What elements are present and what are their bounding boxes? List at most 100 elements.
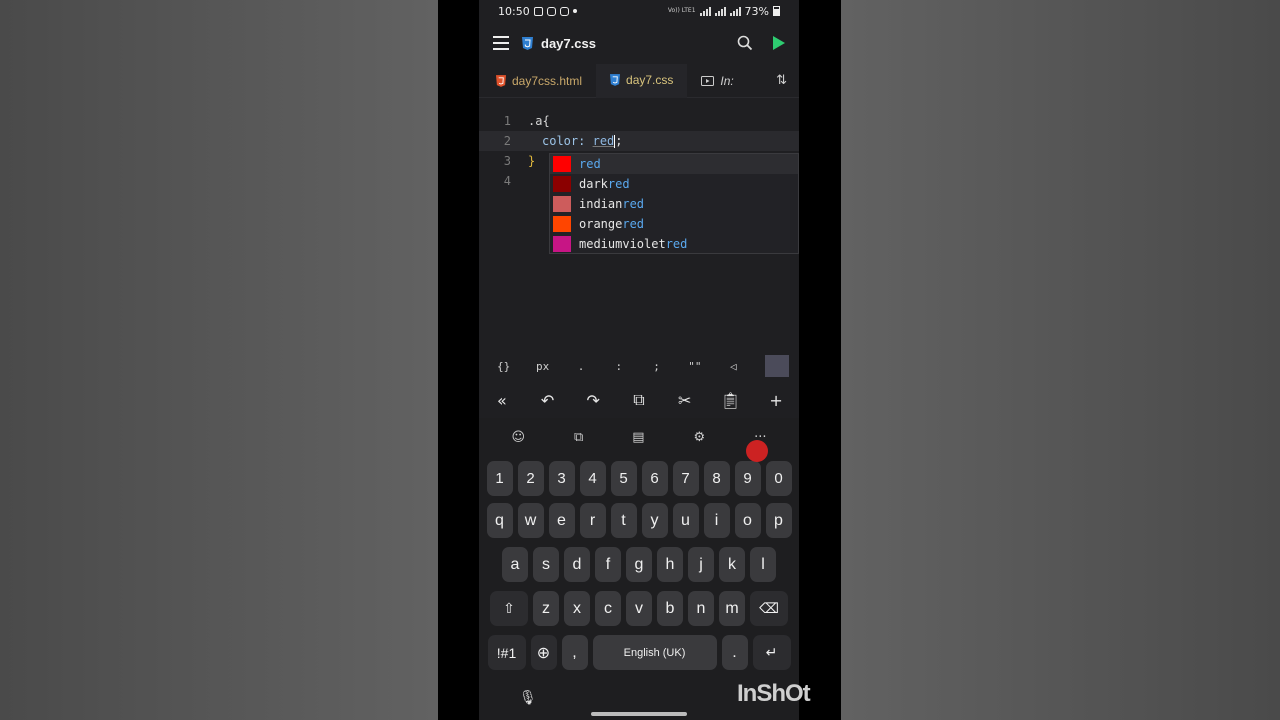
- letter-key[interactable]: b: [657, 591, 683, 626]
- letter-key[interactable]: k: [719, 547, 745, 582]
- clipboard-icon[interactable]: ▤: [632, 430, 644, 445]
- code-text: .a{: [528, 114, 550, 128]
- symbols-key[interactable]: !#1: [487, 635, 526, 670]
- autocomplete-item[interactable]: red: [550, 154, 798, 174]
- letter-key[interactable]: y: [641, 503, 668, 538]
- letter-key[interactable]: j: [688, 547, 714, 582]
- suggestion-prefix: orange: [579, 217, 623, 231]
- number-row: 1234567890: [479, 461, 799, 496]
- letter-key[interactable]: q: [486, 503, 513, 538]
- letter-key[interactable]: f: [595, 547, 621, 582]
- backspace-key[interactable]: ⌫: [750, 591, 788, 626]
- add-icon[interactable]: +: [764, 391, 788, 410]
- tab-html-file[interactable]: day7css.html: [479, 64, 596, 98]
- letter-key[interactable]: s: [533, 547, 559, 582]
- letter-key[interactable]: c: [595, 591, 621, 626]
- signal-icon: [714, 6, 726, 16]
- inshot-watermark: InShOt: [737, 680, 811, 707]
- menu-icon[interactable]: [493, 36, 509, 50]
- autocomplete-item[interactable]: indian red: [550, 194, 798, 214]
- symbol-key[interactable]: :: [613, 360, 625, 373]
- number-key[interactable]: 2: [517, 461, 544, 496]
- letter-key[interactable]: m: [719, 591, 745, 626]
- letter-key[interactable]: t: [610, 503, 637, 538]
- letter-key[interactable]: l: [750, 547, 776, 582]
- enter-key[interactable]: ↵: [752, 635, 791, 670]
- symbol-key[interactable]: "": [688, 360, 701, 373]
- css-selector: .a{: [528, 114, 550, 128]
- space-key[interactable]: English (UK): [592, 635, 717, 670]
- autocomplete-item[interactable]: mediumviolet red: [550, 234, 798, 254]
- autocomplete-item[interactable]: dark red: [550, 174, 798, 194]
- language-globe-icon[interactable]: ⊕: [530, 635, 557, 670]
- sort-icon[interactable]: ⇅: [776, 73, 799, 88]
- preview-icon: [701, 75, 715, 86]
- period-key[interactable]: .: [721, 635, 748, 670]
- symbol-key[interactable]: px: [536, 360, 549, 373]
- search-icon[interactable]: [737, 35, 753, 51]
- redo-icon[interactable]: ↷: [581, 391, 605, 410]
- battery-percent: 73%: [744, 4, 769, 18]
- letter-key[interactable]: z: [533, 591, 559, 626]
- code-line: 1 .a{: [479, 111, 799, 131]
- letter-key[interactable]: w: [517, 503, 544, 538]
- letter-key[interactable]: v: [626, 591, 652, 626]
- color-swatch: [553, 196, 571, 212]
- code-editor[interactable]: 1 .a{ 2 color: red; 3 } 4 red dark red i…: [479, 98, 799, 350]
- microphone-icon[interactable]: 🎙︎: [519, 690, 537, 706]
- number-key[interactable]: 0: [765, 461, 792, 496]
- number-key[interactable]: 3: [548, 461, 575, 496]
- symbol-key[interactable]: ;: [651, 360, 663, 373]
- tab-preview[interactable]: In:: [687, 64, 737, 98]
- letter-key[interactable]: h: [657, 547, 683, 582]
- number-key[interactable]: 5: [610, 461, 637, 496]
- symbol-key[interactable]: .: [575, 360, 587, 373]
- letter-key[interactable]: n: [688, 591, 714, 626]
- suggestion-match: red: [665, 237, 688, 251]
- letter-key[interactable]: o: [734, 503, 761, 538]
- letter-key[interactable]: x: [564, 591, 590, 626]
- number-key[interactable]: 7: [672, 461, 699, 496]
- double-chevron-left-icon[interactable]: «: [490, 391, 514, 410]
- letter-key[interactable]: a: [502, 547, 528, 582]
- instagram-icon: [559, 6, 569, 16]
- suggestion-prefix: mediumviolet: [579, 237, 666, 251]
- color-swatch: [553, 236, 571, 252]
- css-property: color:: [542, 134, 586, 148]
- letter-key[interactable]: u: [672, 503, 699, 538]
- number-key[interactable]: 4: [579, 461, 606, 496]
- symbol-key[interactable]: {}: [497, 360, 510, 373]
- cut-icon[interactable]: ✂: [673, 391, 697, 410]
- number-key[interactable]: 8: [703, 461, 730, 496]
- letter-key[interactable]: g: [626, 547, 652, 582]
- undo-icon[interactable]: ↶: [536, 391, 560, 410]
- autocomplete-item[interactable]: orange red: [550, 214, 798, 234]
- number-key[interactable]: 6: [641, 461, 668, 496]
- letter-key[interactable]: p: [765, 503, 792, 538]
- suggestion-match: red: [579, 157, 601, 171]
- number-key[interactable]: 1: [486, 461, 513, 496]
- soft-keyboard: ☺ ⧉ ▤ ⚙ ··· 1234567890 qwertyuiop asdfgh…: [479, 418, 799, 720]
- settings-gear-icon[interactable]: ⚙: [693, 430, 705, 445]
- comma-key[interactable]: ,: [561, 635, 588, 670]
- shift-key[interactable]: ⇧: [490, 591, 528, 626]
- send-icon[interactable]: ◁: [727, 360, 739, 373]
- color-picker-button[interactable]: [765, 355, 789, 377]
- copy-icon[interactable]: ⧉: [627, 390, 651, 410]
- letter-key[interactable]: r: [579, 503, 606, 538]
- tab-css-file[interactable]: day7.css: [596, 63, 688, 98]
- gesture-nav-bar[interactable]: [591, 712, 687, 716]
- letter-key[interactable]: d: [564, 547, 590, 582]
- letter-key[interactable]: e: [548, 503, 575, 538]
- suggestion-prefix: indian: [579, 197, 623, 211]
- file-tabs: day7css.html day7.css In: ⇅: [479, 63, 799, 98]
- paste-icon[interactable]: 📋︎: [718, 391, 742, 410]
- instagram-icon: [546, 6, 556, 16]
- emoji-icon[interactable]: ☺: [511, 430, 525, 445]
- suggestion-match: red: [607, 177, 630, 191]
- sticker-icon[interactable]: ⧉: [574, 430, 583, 445]
- letter-key[interactable]: i: [703, 503, 730, 538]
- number-key[interactable]: 9: [734, 461, 761, 496]
- color-swatch: [553, 156, 571, 172]
- run-play-icon[interactable]: [773, 36, 785, 50]
